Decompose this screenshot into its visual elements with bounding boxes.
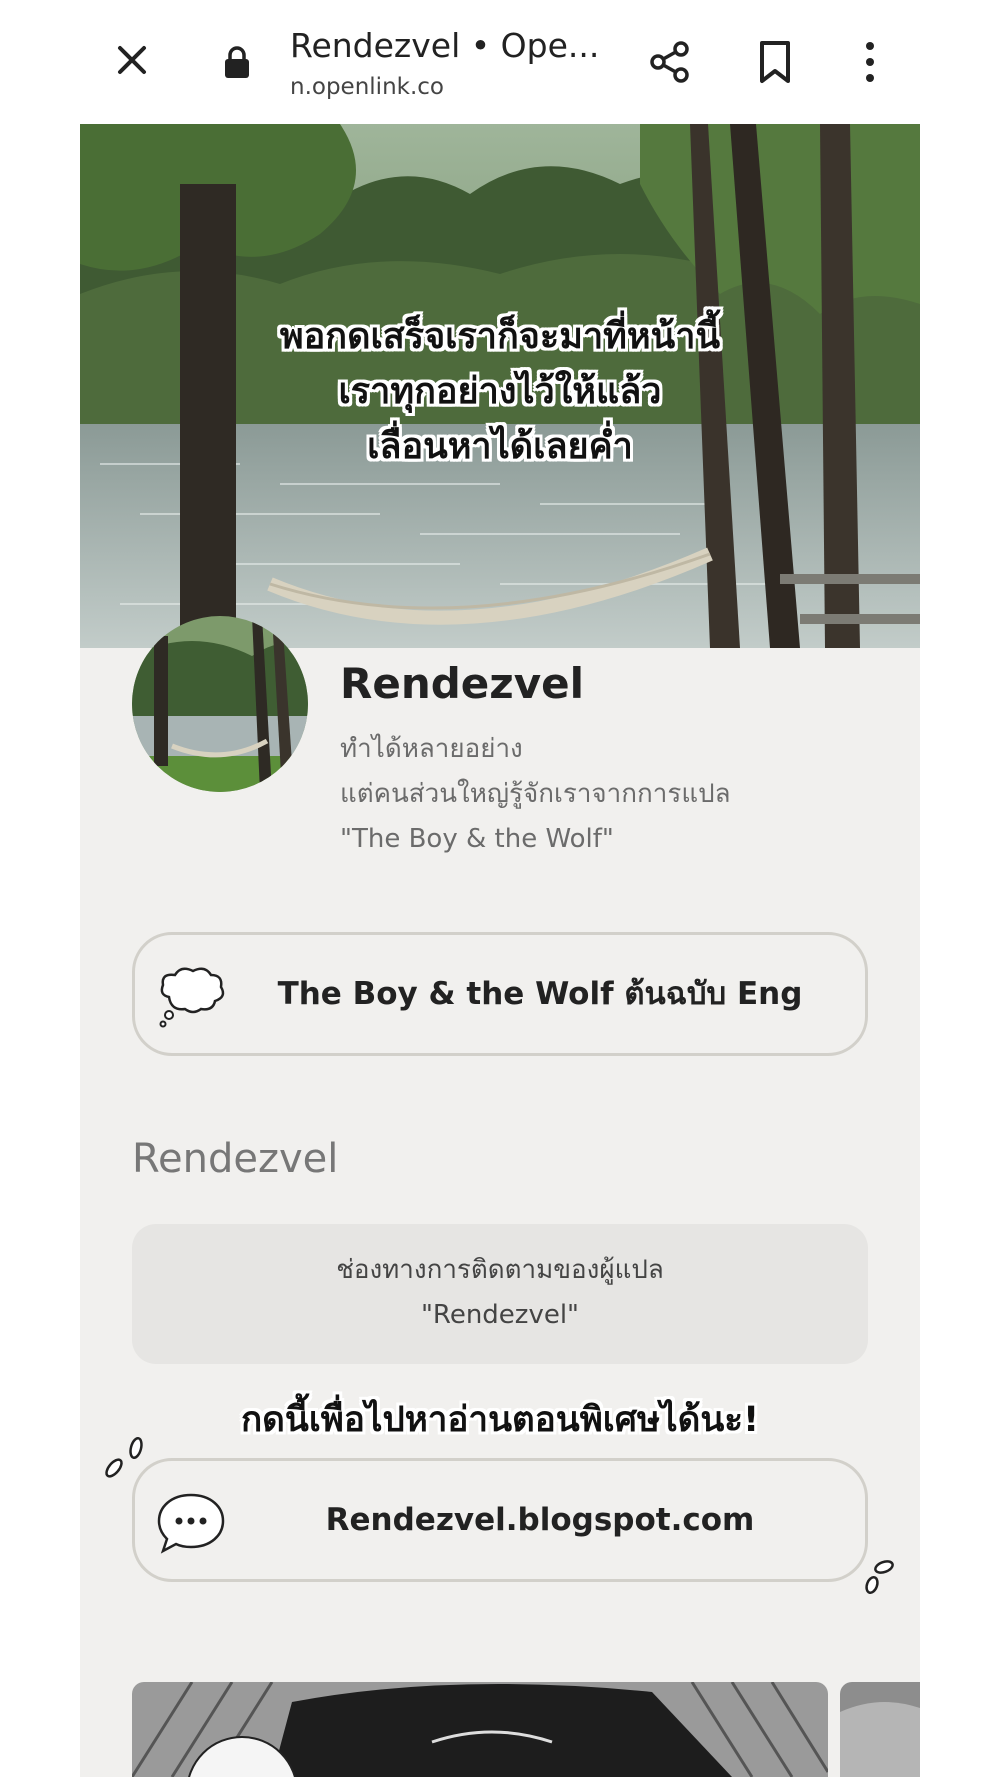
page-url[interactable]: n.openlink.co [290,74,444,100]
link-page: พอกดเสร็จเราก็จะมาที่หน้านี้ เราทุกอย่าง… [80,124,920,1777]
profile-bio: ทำได้หลายอย่าง แต่คนส่วนใหญ่รู้จักเราจาก… [340,727,731,862]
promo-caption: กดนี้เพื่อไปหาอ่านตอนพิเศษได้นะ! [80,1392,920,1447]
thumbnail-strip[interactable] [132,1682,920,1777]
thumbnail-image[interactable] [840,1682,920,1777]
doodle-marks [105,1437,143,1478]
bookmark-icon[interactable] [755,40,795,84]
section-title: Rendezvel [132,1136,339,1182]
close-icon[interactable] [108,36,156,84]
bio-line: "The Boy & the Wolf" [340,824,614,854]
cover-image: พอกดเสร็จเราก็จะมาที่หน้านี้ เราทุกอย่าง… [80,124,920,648]
bio-line: แต่คนส่วนใหญ่รู้จักเราจากการแปล [340,779,731,809]
caption-line: เลื่อนหาได้เลยค่ำ [367,426,633,467]
browser-toolbar: Rendezvel • Ope... n.openlink.co [0,0,1000,124]
caption-line: เราทุกอย่างไว้ให้แล้ว [338,371,662,412]
doodle-marks [865,1560,894,1594]
info-line: ช่องทางการติดตามของผู้แปล [336,1255,664,1285]
bio-line: ทำได้หลายอย่าง [340,734,523,764]
link-label: The Boy & the Wolf ต้นฉบับ Eng [277,976,803,1012]
share-icon[interactable] [646,38,694,86]
lock-icon [225,46,249,78]
cover-caption: พอกดเสร็จเราก็จะมาที่หน้านี้ เราทุกอย่าง… [80,309,920,474]
profile-name: Rendezvel [340,659,584,708]
avatar [132,616,308,792]
link-button-original-eng[interactable]: The Boy & the Wolf ต้นฉบับ Eng [132,932,868,1056]
thumbnail-image[interactable] [132,1682,828,1777]
link-label: Rendezvel.blogspot.com [325,1502,755,1538]
info-card: ช่องทางการติดตามของผู้แปล "Rendezvel" [132,1224,868,1364]
promo-text: กดนี้เพื่อไปหาอ่านตอนพิเศษได้นะ! [240,1400,760,1440]
page-title[interactable]: Rendezvel • Ope... [290,26,599,65]
info-line: "Rendezvel" [420,1300,580,1330]
more-vertical-icon[interactable] [855,40,885,84]
link-button-blog[interactable]: Rendezvel.blogspot.com [132,1458,868,1582]
caption-line: พอกดเสร็จเราก็จะมาที่หน้านี้ [279,316,721,357]
